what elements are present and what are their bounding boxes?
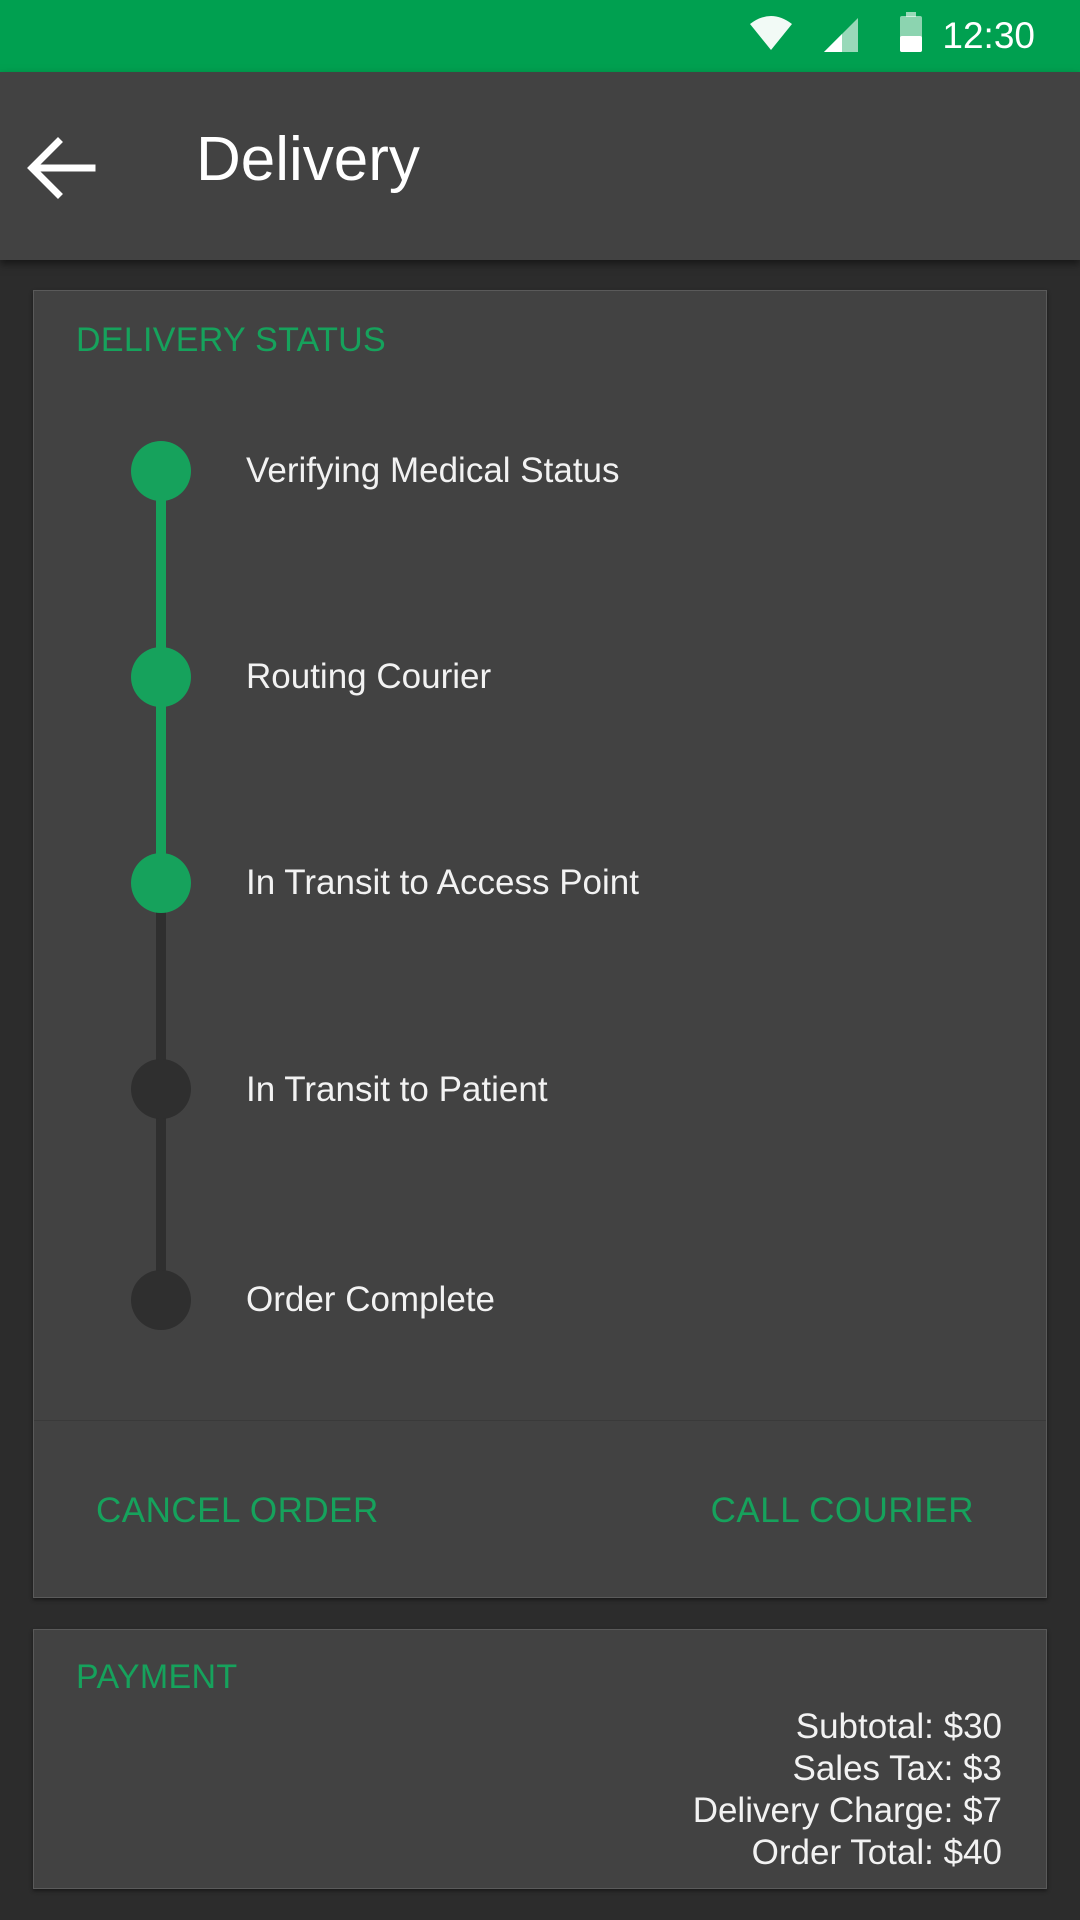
step-label: Verifying Medical Status: [246, 451, 620, 490]
step-label: In Transit to Access Point: [246, 863, 639, 902]
wifi-icon: [750, 16, 792, 50]
step-indicator-complete: [131, 853, 191, 913]
step-indicator-complete: [131, 647, 191, 707]
subtotal-line: Subtotal: $30: [795, 1707, 1002, 1746]
delivery-status-card: DELIVERY STATUS Verifying Medical Status…: [33, 290, 1047, 1598]
sales-tax-line: Sales Tax: $3: [792, 1749, 1003, 1788]
step-label: Routing Courier: [246, 657, 492, 696]
payment-card: PAYMENT Subtotal: $30 Sales Tax: $3 Deli…: [33, 1629, 1047, 1889]
step-label: In Transit to Patient: [246, 1070, 548, 1109]
arrow-left-icon[interactable]: [22, 128, 102, 208]
delivery-charge-line: Delivery Charge: $7: [692, 1791, 1002, 1830]
status-bar-clock: 12:30: [942, 15, 1035, 56]
call-courier-button[interactable]: CALL COURIER: [711, 1481, 974, 1541]
step-indicator-complete: [131, 441, 191, 501]
status-bar: 12:30: [0, 0, 1080, 72]
delivery-timeline: Verifying Medical Status Routing Courier…: [34, 291, 1046, 1421]
battery-icon: [900, 12, 922, 52]
cell-signal-icon: [824, 18, 858, 52]
cancel-order-button[interactable]: CANCEL ORDER: [96, 1481, 379, 1541]
page-title: Delivery: [196, 125, 420, 194]
step-label: Order Complete: [246, 1280, 495, 1319]
order-total-line: Order Total: $40: [751, 1833, 1002, 1872]
card-divider: [34, 1420, 1046, 1421]
step-indicator-pending: [131, 1059, 191, 1119]
step-indicator-pending: [131, 1270, 191, 1330]
payment-summary: Subtotal: $30 Sales Tax: $3 Delivery Cha…: [693, 1706, 1002, 1874]
payment-heading: PAYMENT: [76, 1658, 238, 1696]
app-bar: Delivery: [0, 72, 1080, 260]
timeline-connector: [156, 1089, 166, 1300]
